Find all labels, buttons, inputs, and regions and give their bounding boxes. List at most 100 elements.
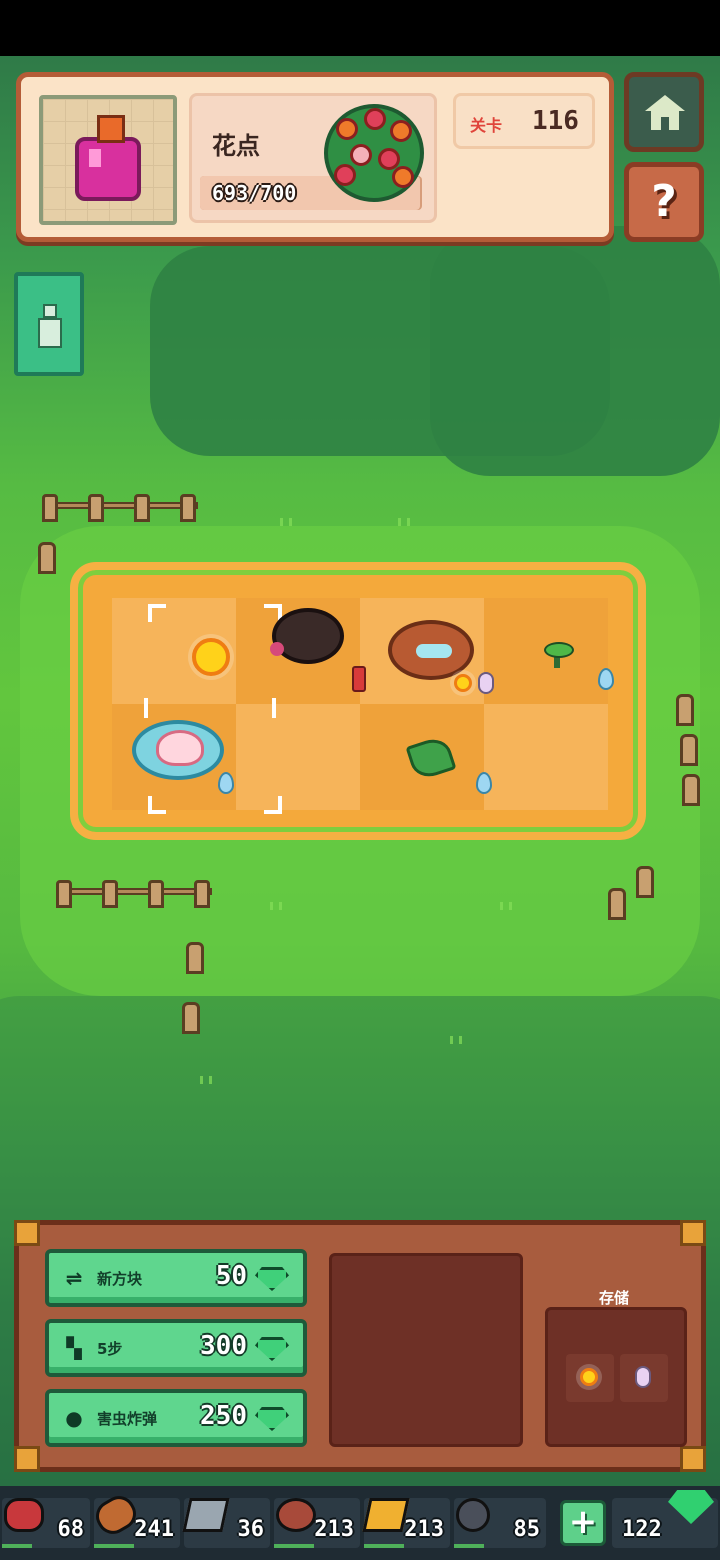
resource-meter (2, 1544, 32, 1548)
new-block-button[interactable]: ⇌ 新方块 50 (45, 1249, 307, 1307)
storage-box[interactable] (545, 1307, 687, 1447)
resource-gold: 213 (362, 1498, 450, 1548)
home-icon (645, 95, 685, 131)
shop-item-label: 新方块 (97, 1270, 143, 1288)
grass-tuft (398, 518, 410, 526)
resource-meter (454, 1544, 484, 1548)
shop-item-price: 300 (200, 1331, 247, 1361)
steps-icon: ▚ (66, 1336, 82, 1360)
resource-meat: 68 (2, 1498, 90, 1548)
grid-cell[interactable] (484, 704, 608, 810)
fence-post (186, 942, 204, 974)
next-block-slot[interactable] (329, 1253, 523, 1447)
crystal-icon (635, 1366, 651, 1388)
character-icon (38, 304, 62, 350)
meat-icon (4, 1498, 44, 1532)
resource-value: 122 (622, 1517, 662, 1542)
grass-tuft (450, 1036, 462, 1044)
red-bottle-icon (352, 666, 366, 692)
beetle-pest-icon[interactable] (270, 608, 344, 664)
resource-value: 241 (134, 1517, 174, 1542)
pest-bomb-button[interactable]: ● 害虫炸弹 250 (45, 1389, 307, 1447)
resource-fiber: 213 (274, 1498, 360, 1548)
fence-post (608, 888, 626, 920)
fiber-icon (276, 1498, 316, 1532)
small-sun-icon (454, 674, 472, 692)
grid-cell[interactable] (236, 704, 360, 810)
shop-item-price: 250 (200, 1401, 247, 1431)
selection-corner (264, 796, 282, 814)
resource-value: 36 (237, 1517, 265, 1542)
fence-post (680, 734, 698, 766)
fence-post (38, 542, 56, 574)
add-gems-button[interactable]: + (560, 1500, 606, 1546)
sun-icon (192, 638, 230, 676)
panel-corner (14, 1220, 40, 1246)
resource-meter (274, 1544, 314, 1548)
grass-tuft (270, 902, 282, 910)
panel-corner (14, 1446, 40, 1472)
small-sun-icon (580, 1368, 598, 1386)
mud-pond-icon (388, 620, 474, 680)
gold-ingot-icon (362, 1498, 410, 1532)
five-steps-button[interactable]: ▚ 5步 300 (45, 1319, 307, 1377)
resource-value: 213 (314, 1517, 354, 1542)
shop-item-label: 害虫炸弹 (97, 1410, 158, 1428)
gem-icon (668, 1490, 714, 1524)
gem-icon (255, 1337, 289, 1361)
resource-wood: 241 (90, 1490, 180, 1548)
resource-gem: 122 (612, 1490, 718, 1548)
level-label: 关卡 (470, 116, 503, 135)
orange-flower-icon (390, 120, 412, 142)
lotus-pond-icon (132, 720, 224, 780)
resource-meter (94, 1544, 134, 1548)
level-box: 关卡 116 (453, 93, 595, 149)
potion-icon (75, 115, 141, 201)
shop-item-label: 5步 (97, 1340, 123, 1358)
fence-post (182, 1002, 200, 1034)
panel-corner (680, 1446, 706, 1472)
gem-icon (255, 1267, 289, 1291)
water-drop-icon (218, 772, 234, 794)
orange-flower-icon (336, 118, 358, 140)
coal-icon (456, 1498, 490, 1532)
resource-iron: 36 (182, 1498, 270, 1548)
wooden-fence (56, 880, 212, 908)
lotus-flower-icon (156, 730, 204, 766)
help-button[interactable]: ? (624, 162, 704, 242)
grass-tuft (280, 518, 292, 526)
iron-ingot-icon (182, 1498, 230, 1532)
character-card-button[interactable] (14, 272, 84, 376)
status-bar (0, 0, 720, 56)
red-flower-icon (334, 164, 356, 186)
fence-post (676, 694, 694, 726)
home-button[interactable] (624, 72, 704, 152)
pink-flower-icon (350, 144, 372, 166)
level-panel: 花点 693/700 关卡 116 (16, 72, 614, 242)
storage-slot[interactable] (566, 1354, 614, 1402)
resource-value: 85 (513, 1517, 541, 1542)
storage-slot[interactable] (620, 1354, 668, 1402)
bomb-icon: ● (65, 1406, 83, 1430)
panel-corner (680, 1220, 706, 1246)
water-drop-icon (598, 668, 614, 690)
selection-corner (144, 698, 150, 718)
potion-slot[interactable] (39, 95, 177, 225)
fence-post (682, 774, 700, 806)
water-drop-icon (476, 772, 492, 794)
flower-points-box: 花点 693/700 (189, 93, 437, 223)
gem-icon (255, 1407, 289, 1431)
garden-board (70, 562, 646, 840)
grass-tuft (500, 902, 512, 910)
level-number: 116 (532, 106, 579, 136)
shop-panel: ⇌ 新方块 50 ▚ 5步 300 ● 害虫炸弹 250 存储 (14, 1220, 706, 1472)
garden-grid (112, 598, 614, 814)
resource-value: 68 (57, 1517, 85, 1542)
grass-tuft (200, 1076, 212, 1084)
swap-icon: ⇌ (65, 1266, 83, 1290)
resource-bar: 68 241 36 213 213 85 + 122 (0, 1486, 720, 1560)
resource-value: 213 (404, 1517, 444, 1542)
selection-corner (148, 796, 166, 814)
fence-post (636, 866, 654, 898)
resource-coal: 85 (454, 1498, 546, 1548)
